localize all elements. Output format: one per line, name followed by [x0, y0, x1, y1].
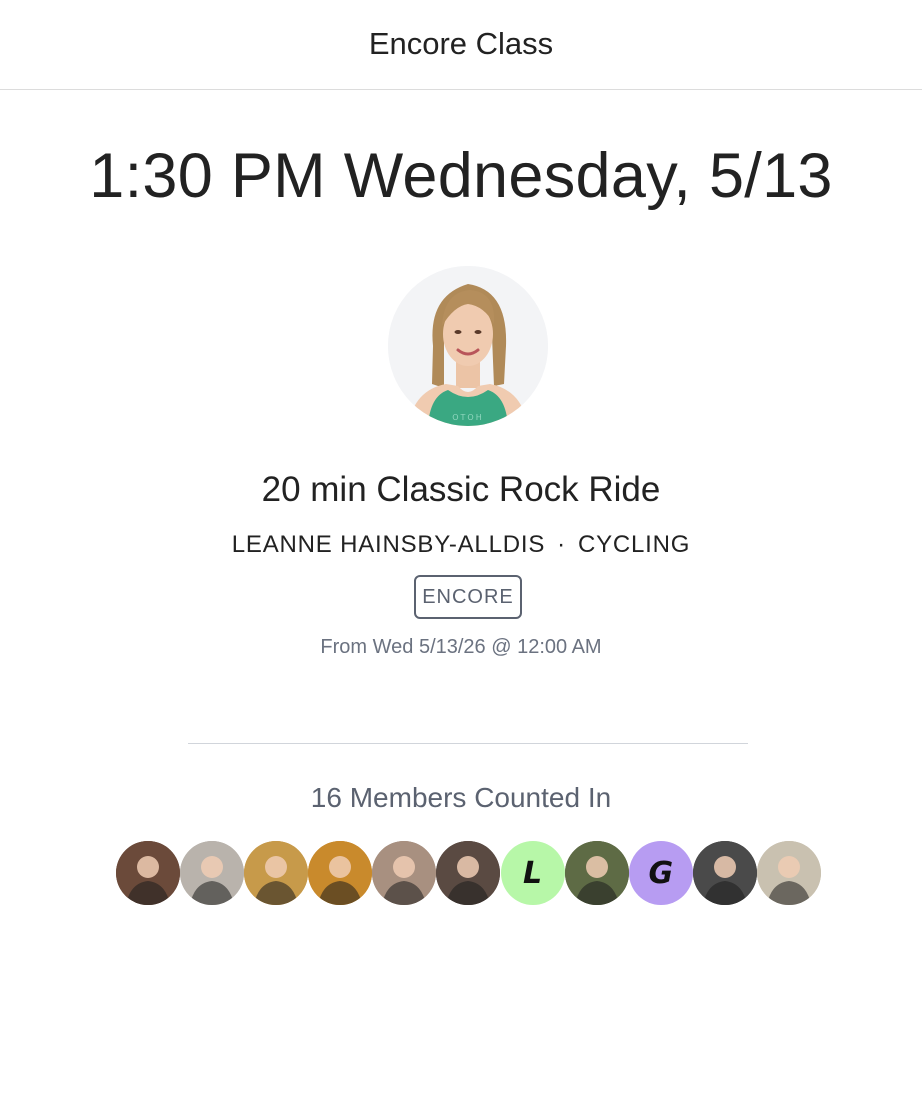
- member-photo: [308, 841, 373, 905]
- member-avatar-initial: G: [648, 855, 674, 891]
- member-avatar[interactable]: [564, 841, 629, 905]
- member-photo: [692, 841, 757, 905]
- class-date-time: 1:30 PM Wednesday, 5/13: [89, 141, 833, 211]
- page-title: Encore Class: [368, 25, 554, 61]
- member-photo: [372, 841, 437, 905]
- member-photo: [180, 841, 245, 905]
- member-photo: [244, 841, 309, 905]
- member-avatar[interactable]: G: [628, 841, 693, 905]
- member-photo: [564, 841, 629, 905]
- member-avatar[interactable]: [116, 841, 180, 905]
- member-avatar[interactable]: [436, 841, 501, 905]
- member-photo: [116, 841, 180, 905]
- member-avatar[interactable]: [180, 841, 245, 905]
- class-meta: LEANNE HAINSBY-ALLDIS · CYCLING: [0, 531, 922, 559]
- instructor-avatar: ОТОН: [388, 266, 548, 426]
- encore-badge: ENCORE: [414, 575, 522, 619]
- member-avatar[interactable]: [244, 841, 309, 905]
- availability-text: From Wed 5/13/26 @ 12:00 AM: [320, 636, 602, 658]
- member-avatar[interactable]: [692, 841, 757, 905]
- class-title: 20 min Classic Rock Ride: [261, 470, 661, 509]
- svg-text:ОТОН: ОТОН: [452, 413, 484, 422]
- top-bar: Encore Class: [0, 0, 922, 90]
- instructor-portrait-image: ОТОН: [388, 266, 548, 426]
- member-avatar[interactable]: [372, 841, 437, 905]
- meta-separator: ·: [557, 531, 566, 558]
- member-avatar-initial: L: [523, 855, 543, 891]
- member-avatar-list: LG: [116, 841, 821, 905]
- member-photo: [756, 841, 821, 905]
- member-avatar[interactable]: L: [500, 841, 565, 905]
- member-photo: [436, 841, 501, 905]
- member-avatar[interactable]: [756, 841, 821, 905]
- section-divider: [188, 743, 748, 744]
- class-discipline: CYCLING: [577, 531, 691, 558]
- instructor-name: LEANNE HAINSBY-ALLDIS: [231, 531, 546, 558]
- members-count-heading: 16 Members Counted In: [310, 782, 612, 813]
- member-avatar[interactable]: [308, 841, 373, 905]
